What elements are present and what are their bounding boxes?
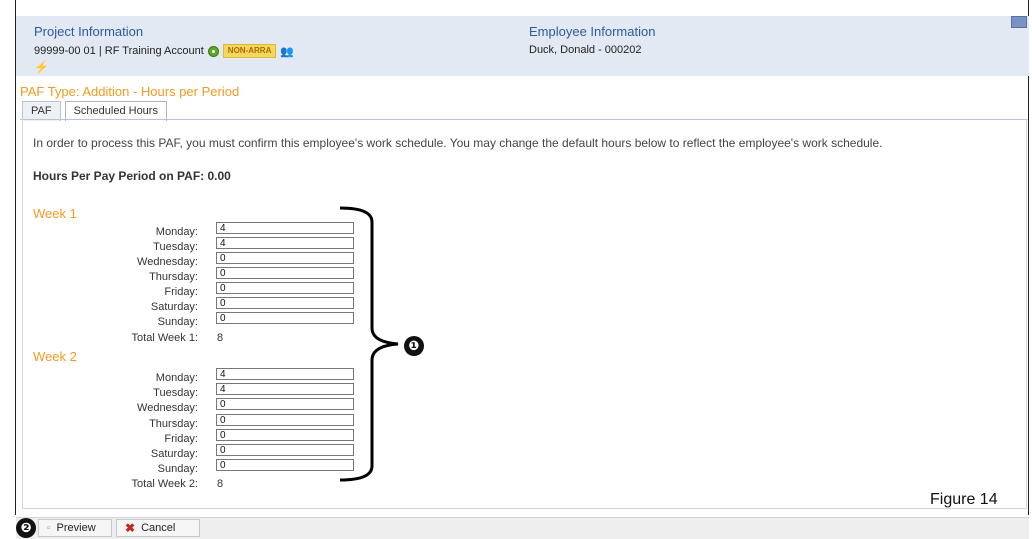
callout-2: ❷: [16, 518, 36, 538]
figure-label: Figure 14: [930, 491, 998, 508]
preview-button[interactable]: ▫ Preview: [38, 519, 112, 537]
cancel-button[interactable]: ✖ Cancel: [116, 519, 200, 537]
cancel-icon: ✖: [125, 521, 136, 535]
brace-path: [339, 206, 399, 482]
preview-icon: ▫: [47, 522, 51, 534]
annotation-brace: [339, 206, 399, 482]
cancel-label: Cancel: [141, 522, 176, 534]
callout-1: ❶: [404, 336, 424, 356]
preview-label: Preview: [56, 522, 96, 534]
